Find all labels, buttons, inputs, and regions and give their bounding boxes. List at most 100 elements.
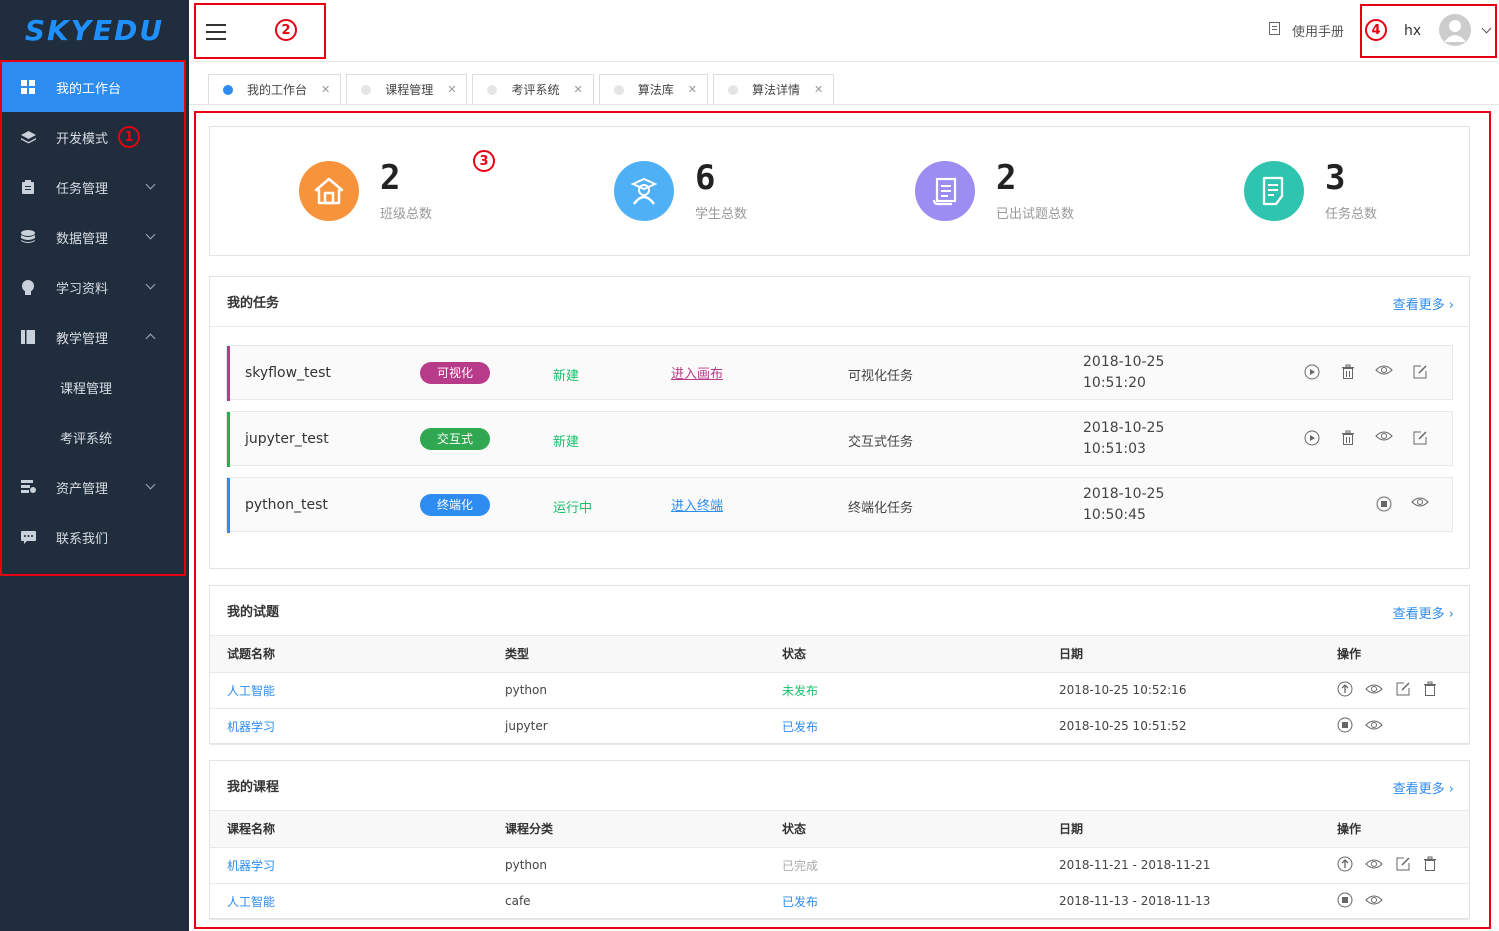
eye-icon[interactable]: [1402, 496, 1438, 512]
task-actions: [1294, 430, 1438, 446]
column-header: 课程分类: [488, 811, 765, 848]
eye-icon[interactable]: [1366, 430, 1402, 446]
username: hx: [1404, 23, 1422, 39]
card-title: 我的课程 查看更多 ›: [210, 761, 1469, 811]
tab-algorithm-library[interactable]: 算法库 ✕: [598, 74, 708, 104]
edit-icon[interactable]: [1395, 856, 1411, 875]
sidebar-item-learning[interactable]: 学习资料: [2, 262, 184, 312]
eye-icon[interactable]: [1366, 364, 1402, 380]
exam-date: 2018-10-25 10:51:52: [1042, 708, 1320, 745]
card-title: 我的任务 查看更多 ›: [210, 277, 1469, 327]
annotation-marker-2: 2: [275, 19, 297, 41]
eye-icon[interactable]: [1365, 719, 1383, 734]
publish-icon[interactable]: [1337, 681, 1353, 700]
tab-course-management[interactable]: 课程管理 ✕: [346, 74, 468, 104]
play-icon[interactable]: [1294, 364, 1330, 380]
trash-icon[interactable]: [1423, 681, 1437, 700]
trash-icon[interactable]: [1423, 856, 1437, 875]
courses-table: 课程名称 课程分类 状态 日期 操作 机器学习 python 已完成 2018-…: [210, 811, 1469, 920]
edit-icon[interactable]: [1395, 681, 1411, 700]
sidebar-item-workbench[interactable]: 我的工作台: [2, 62, 184, 112]
logo[interactable]: SKYEDU: [0, 0, 189, 60]
exam-status: 未发布: [765, 672, 1042, 709]
stop-icon[interactable]: [1337, 892, 1353, 911]
stop-icon[interactable]: [1366, 496, 1402, 512]
close-icon[interactable]: ✕: [573, 83, 582, 96]
sidebar-item-label: 考评系统: [60, 431, 113, 447]
close-icon[interactable]: ✕: [321, 83, 330, 96]
view-more-link[interactable]: 查看更多 ›: [1393, 778, 1454, 797]
course-name-link[interactable]: 人工智能: [227, 895, 275, 909]
sidebar-item-label: 联系我们: [56, 531, 109, 547]
table-row: 人工智能 python 未发布 2018-10-25 10:52:16: [210, 672, 1469, 709]
sidebar-item-label: 学习资料: [56, 281, 109, 297]
sidebar-item-teaching[interactable]: 教学管理: [2, 312, 184, 362]
task-color-bar: [227, 478, 230, 533]
hamburger-icon[interactable]: [206, 24, 226, 45]
enter-terminal-link[interactable]: 进入终端: [671, 495, 723, 514]
task-status: 新建: [553, 369, 580, 384]
sidebar-item-data[interactable]: 数据管理: [2, 212, 184, 262]
sidebar-item-dev-mode[interactable]: 开发模式 1: [2, 112, 184, 162]
task-name: python_test: [245, 497, 328, 513]
manual-icon: [1269, 22, 1280, 39]
view-more-link[interactable]: 查看更多 ›: [1393, 603, 1454, 622]
row-actions: [1337, 717, 1469, 736]
task-type: 交互式任务: [848, 435, 914, 450]
eye-icon[interactable]: [1365, 894, 1383, 909]
exam-name-link[interactable]: 机器学习: [227, 720, 275, 734]
sidebar-subitem-course-management[interactable]: 课程管理: [2, 362, 184, 412]
publish-icon[interactable]: [1337, 856, 1353, 875]
chevron-down-icon: [145, 179, 156, 190]
close-icon[interactable]: ✕: [447, 83, 456, 96]
sidebar-item-label: 课程管理: [60, 381, 113, 397]
view-more-link[interactable]: 查看更多 ›: [1393, 294, 1454, 313]
user-menu[interactable]: 4 hx: [1360, 4, 1497, 58]
manual-link[interactable]: 使用手册: [1269, 21, 1344, 40]
chat-icon: [20, 529, 36, 545]
layers-icon: [20, 129, 36, 145]
grid-icon: [20, 79, 36, 95]
sidebar-item-label: 任务管理: [56, 181, 109, 197]
task-datetime: 2018-10-25 10:51:20: [1083, 354, 1165, 391]
edit-icon[interactable]: [1402, 364, 1438, 380]
sidebar-item-tasks[interactable]: 任务管理: [2, 162, 184, 212]
sidebar-item-assets[interactable]: 资产管理: [2, 462, 184, 512]
course-name-link[interactable]: 机器学习: [227, 859, 275, 873]
close-icon[interactable]: ✕: [814, 83, 823, 96]
exam-name-link[interactable]: 人工智能: [227, 684, 275, 698]
tab-workbench[interactable]: 我的工作台 ✕: [208, 74, 342, 104]
play-icon[interactable]: [1294, 430, 1330, 446]
scroll-icon: [915, 161, 975, 221]
stat-students: 6 学生总数: [614, 159, 747, 222]
database-icon: [20, 229, 36, 245]
task-type-badge: 交互式: [420, 428, 490, 450]
trash-icon[interactable]: [1330, 364, 1366, 380]
task-color-bar: [227, 346, 230, 401]
close-icon[interactable]: ✕: [688, 83, 697, 96]
column-header: 状态: [765, 811, 1042, 848]
task-actions: [1366, 496, 1438, 512]
task-type-badge: 可视化: [420, 362, 490, 384]
tab-evaluation[interactable]: 考评系统 ✕: [472, 74, 594, 104]
enter-canvas-link[interactable]: 进入画布: [671, 363, 723, 382]
task-type-badge: 终端化: [420, 494, 490, 516]
courses-card: 我的课程 查看更多 › 课程名称 课程分类 状态 日期 操作 机器学习 pytho…: [209, 760, 1470, 920]
sidebar-menu: 我的工作台 开发模式 1 任务管理 数据管理 学习资料 教学管理 课程管理 考评…: [0, 60, 186, 576]
column-header: 状态: [765, 636, 1042, 673]
trash-icon[interactable]: [1330, 430, 1366, 446]
annotation-marker-3: 3: [473, 150, 495, 172]
sidebar-item-contact[interactable]: 联系我们: [2, 512, 184, 562]
stop-icon[interactable]: [1337, 717, 1353, 736]
chevron-down-icon[interactable]: [1481, 23, 1492, 34]
avatar[interactable]: [1439, 14, 1471, 46]
edit-icon[interactable]: [1402, 430, 1438, 446]
table-row: 机器学习 jupyter 已发布 2018-10-25 10:51:52: [210, 708, 1469, 745]
eye-icon[interactable]: [1365, 858, 1383, 873]
tab-algorithm-detail[interactable]: 算法详情 ✕: [712, 74, 835, 104]
sidebar-item-label: 开发模式: [56, 131, 109, 147]
exam-type: jupyter: [488, 708, 765, 745]
sidebar-subitem-evaluation[interactable]: 考评系统: [2, 412, 184, 462]
course-date: 2018-11-21 - 2018-11-21: [1042, 847, 1320, 884]
eye-icon[interactable]: [1365, 683, 1383, 698]
